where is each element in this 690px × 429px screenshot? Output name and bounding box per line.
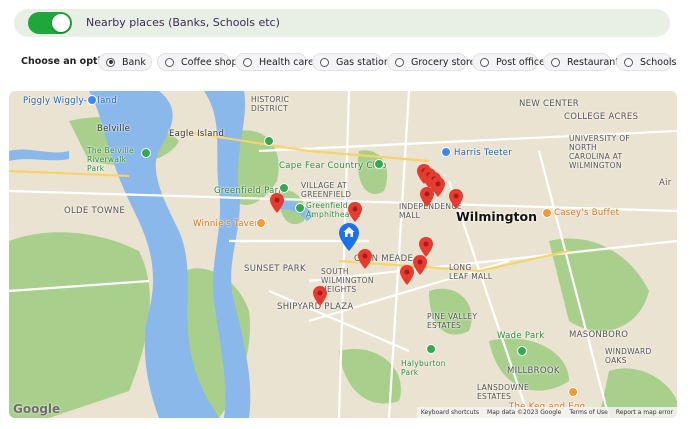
- google-logo: Google: [13, 402, 61, 416]
- restaurant-poi-icon[interactable]: [542, 208, 552, 218]
- map-label-wilmington: Wilmington: [456, 209, 537, 224]
- map-label-college-acres: COLLEGE ACRES: [564, 112, 639, 122]
- option-gas-station[interactable]: Gas station: [312, 53, 390, 71]
- map-label-lansdowne: LANSDOWNE ESTATES: [477, 383, 529, 401]
- map-label-harris-teeter[interactable]: Harris Teeter: [454, 148, 512, 158]
- map-label-wade-park[interactable]: Wade Park: [497, 331, 544, 341]
- nearby-places-bar: Nearby places (Banks, Schools etc): [14, 9, 670, 37]
- map-label-riverwalk[interactable]: The Belville Riverwalk Park: [87, 146, 134, 173]
- park-poi-icon[interactable]: [517, 346, 527, 356]
- radio-post-office[interactable]: [480, 57, 489, 67]
- map-label-olde-towne: OLDE TOWNE: [64, 206, 126, 216]
- option-coffee-shop[interactable]: Coffee shop: [157, 53, 238, 71]
- map-data-text: Map data ©2023 Google: [487, 409, 562, 416]
- radio-schools[interactable]: [624, 57, 633, 67]
- map-label-cape-fear-cc[interactable]: Cape Fear Country Club: [279, 161, 387, 171]
- restaurant-poi-icon[interactable]: [568, 387, 578, 397]
- option-grocery-store[interactable]: Grocery store: [387, 53, 476, 71]
- nearby-places-toggle[interactable]: [28, 12, 72, 34]
- map-label-eagle-island: Eagle Island: [169, 129, 225, 139]
- bank-pin-icon[interactable]: [313, 286, 327, 306]
- bank-pin-icon[interactable]: [449, 189, 463, 209]
- radio-restaurant[interactable]: [551, 57, 560, 67]
- map-label-sunset-park: SUNSET PARK: [244, 264, 306, 274]
- option-post-office[interactable]: Post office: [472, 53, 545, 71]
- radio-coffee-shop[interactable]: [165, 57, 174, 67]
- park-poi-icon[interactable]: [295, 203, 305, 213]
- map-label-uncw: UNIVERSITY OF NORTH CAROLINA AT WILMINGT…: [569, 134, 631, 170]
- map-attribution: Keyboard shortcuts Map data ©2023 Google…: [416, 407, 677, 418]
- bank-pin-icon[interactable]: [348, 202, 362, 222]
- map-label-historic: HISTORIC DISTRICT: [251, 95, 290, 113]
- toggle-label: Nearby places (Banks, Schools etc): [86, 16, 280, 29]
- option-restaurant[interactable]: Restaurant: [543, 53, 619, 71]
- bank-pin-icon[interactable]: [270, 193, 284, 213]
- option-selector: Choose an option: Bank Coffee shop Healt…: [0, 52, 690, 72]
- bank-pin-icon[interactable]: [420, 187, 434, 207]
- radio-grocery-store[interactable]: [395, 57, 404, 67]
- bank-pin-icon[interactable]: [358, 249, 372, 269]
- park-poi-icon[interactable]: [279, 183, 289, 193]
- map-label-new-center: NEW CENTER: [519, 99, 579, 109]
- map-label-village: VILLAGE AT GREENFIELD: [301, 181, 352, 199]
- report-map-error-link[interactable]: Report a map error: [616, 409, 673, 416]
- toggle-knob: [52, 14, 70, 32]
- radio-health-care[interactable]: [243, 57, 252, 67]
- map-label-south-wilmington: SOUTH WILMINGTON HEIGHTS: [321, 267, 374, 294]
- radio-gas-station[interactable]: [320, 57, 329, 67]
- park-poi-icon[interactable]: [426, 344, 436, 354]
- bank-pin-icon[interactable]: [419, 237, 433, 257]
- option-bank[interactable]: Bank: [98, 53, 152, 71]
- terms-of-use-link[interactable]: Terms of Use: [569, 409, 607, 416]
- keyboard-shortcuts-link[interactable]: Keyboard shortcuts: [421, 409, 479, 416]
- map-label-windward: WINDWARD OAKS: [605, 347, 652, 365]
- map-label-winnies[interactable]: Winnie's Tavern: [193, 219, 264, 229]
- bank-pin-icon[interactable]: [413, 255, 427, 275]
- park-poi-icon[interactable]: [264, 136, 274, 146]
- bank-pin-icon[interactable]: [400, 265, 414, 285]
- map-label-millbrook: MILLBROOK: [507, 366, 560, 376]
- home-location-pin-icon[interactable]: [339, 223, 359, 251]
- map-label-belville: Belville: [97, 124, 131, 134]
- map[interactable]: Piggly Wiggly-Leland HISTORIC DISTRICT N…: [9, 91, 677, 418]
- park-poi-icon[interactable]: [141, 148, 151, 158]
- radio-bank[interactable]: [106, 57, 115, 67]
- option-health-care[interactable]: Health care: [235, 53, 314, 71]
- restaurant-poi-icon[interactable]: [256, 218, 266, 228]
- grocery-poi-icon[interactable]: [87, 95, 97, 105]
- park-poi-icon[interactable]: [374, 159, 384, 169]
- map-label-pine-valley: PINE VALLEY ESTATES: [427, 312, 478, 330]
- grocery-poi-icon[interactable]: [441, 147, 451, 157]
- map-label-wiggly[interactable]: Piggly Wiggly-Leland: [23, 96, 117, 106]
- map-label-halyburton[interactable]: Halyburton Park: [401, 359, 446, 377]
- option-schools[interactable]: Schools: [616, 53, 677, 71]
- map-label-long-leaf: LONG LEAF MALL: [449, 263, 493, 281]
- map-label-masonboro: MASONBORO: [569, 330, 629, 340]
- map-label-air: Air: [659, 178, 672, 188]
- map-label-caseys[interactable]: Casey's Buffet: [554, 208, 619, 218]
